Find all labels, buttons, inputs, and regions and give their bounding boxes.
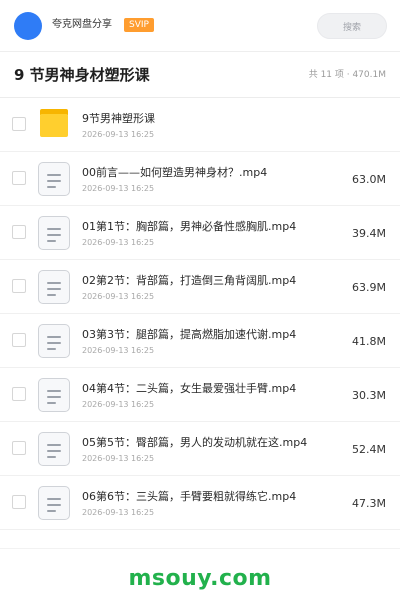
document-icon bbox=[38, 432, 70, 466]
site-watermark: msouy.com bbox=[128, 566, 272, 591]
file-name: 06第6节：三头篇，手臂要粗就得练它.mp4 bbox=[82, 490, 297, 503]
file-name: 02第2节：背部篇，打造倒三角背阔肌.mp4 bbox=[82, 274, 297, 287]
file-row[interactable]: 03第3节：腿部篇，提高燃脂加速代谢.mp4 2026-09-13 16:25 41… bbox=[0, 314, 400, 368]
file-date: 2026-09-13 16:25 bbox=[82, 454, 155, 463]
row-checkbox[interactable] bbox=[12, 117, 26, 131]
file-row[interactable]: 04第4节：二头篇，女生最爱强壮手臂.mp4 2026-09-13 16:25 30… bbox=[0, 368, 400, 422]
file-date: 2026-09-13 16:25 bbox=[82, 346, 155, 355]
document-icon bbox=[38, 270, 70, 304]
footer: msouy.com bbox=[0, 548, 400, 600]
folder-row[interactable]: 9节男神塑形课 2026-09-13 16:25 bbox=[0, 98, 400, 152]
file-size: 52.4M bbox=[352, 443, 386, 456]
document-icon bbox=[38, 486, 70, 520]
folder-icon bbox=[38, 108, 70, 142]
row-checkbox[interactable] bbox=[12, 441, 26, 455]
file-name: 9节男神塑形课 bbox=[82, 112, 155, 125]
file-size: 30.3M bbox=[352, 389, 386, 402]
page-title: 9 节男神身材塑形课 bbox=[14, 66, 150, 84]
document-icon bbox=[38, 378, 70, 412]
file-row[interactable]: 05第5节：臀部篇，男人的发动机就在这.mp4 2026-09-13 16:25 5… bbox=[0, 422, 400, 476]
file-row[interactable]: 00前言——如何塑造男神身材？.mp4 2026-09-13 16:25 63.0M bbox=[0, 152, 400, 206]
file-size: 63.0M bbox=[352, 173, 386, 186]
document-icon bbox=[38, 162, 70, 196]
row-checkbox[interactable] bbox=[12, 333, 26, 347]
file-date: 2026-09-13 16:25 bbox=[82, 184, 155, 193]
file-size: 63.9M bbox=[352, 281, 386, 294]
file-size: 47.3M bbox=[352, 497, 386, 510]
avatar[interactable] bbox=[14, 12, 42, 40]
search-placeholder: 搜索 bbox=[342, 22, 361, 33]
document-icon bbox=[38, 216, 70, 250]
row-checkbox[interactable] bbox=[12, 495, 26, 509]
username: 夸克网盘分享 bbox=[52, 19, 112, 30]
file-row[interactable]: 01第1节：胸部篇，男神必备性感胸肌.mp4 2026-09-13 16:25 39… bbox=[0, 206, 400, 260]
file-name: 01第1节：胸部篇，男神必备性感胸肌.mp4 bbox=[82, 220, 297, 233]
row-checkbox[interactable] bbox=[12, 225, 26, 239]
file-row[interactable]: 06第6节：三头篇，手臂要粗就得练它.mp4 2026-09-13 16:25 47… bbox=[0, 476, 400, 530]
row-checkbox[interactable] bbox=[12, 387, 26, 401]
file-name: 00前言——如何塑造男神身材？.mp4 bbox=[82, 166, 268, 179]
file-date: 2026-09-13 16:25 bbox=[82, 400, 155, 409]
share-page: 夸克网盘分享 SVIP 搜索 9 节男神身材塑形课 共 11 项 · 470.1… bbox=[0, 0, 400, 600]
file-name: 04第4节：二头篇，女生最爱强壮手臂.mp4 bbox=[82, 382, 297, 395]
row-checkbox[interactable] bbox=[12, 171, 26, 185]
file-date: 2026-09-13 16:25 bbox=[82, 130, 155, 139]
search-input[interactable]: 搜索 bbox=[317, 13, 387, 39]
file-size: 41.8M bbox=[352, 335, 386, 348]
file-date: 2026-09-13 16:25 bbox=[82, 508, 155, 517]
document-icon bbox=[38, 324, 70, 358]
svip-badge: SVIP bbox=[124, 18, 154, 32]
file-name: 05第5节：臀部篇，男人的发动机就在这.mp4 bbox=[82, 436, 308, 449]
file-size: 39.4M bbox=[352, 227, 386, 240]
file-date: 2026-09-13 16:25 bbox=[82, 238, 155, 247]
folder-summary: 共 11 项 · 470.1M bbox=[308, 70, 386, 80]
top-header: 夸克网盘分享 SVIP 搜索 bbox=[0, 0, 400, 52]
file-date: 2026-09-13 16:25 bbox=[82, 292, 155, 301]
file-name: 03第3节：腿部篇，提高燃脂加速代谢.mp4 bbox=[82, 328, 297, 341]
row-checkbox[interactable] bbox=[12, 279, 26, 293]
file-row[interactable]: 02第2节：背部篇，打造倒三角背阔肌.mp4 2026-09-13 16:25 63… bbox=[0, 260, 400, 314]
folder-title-bar: 9 节男神身材塑形课 共 11 项 · 470.1M bbox=[0, 52, 400, 98]
